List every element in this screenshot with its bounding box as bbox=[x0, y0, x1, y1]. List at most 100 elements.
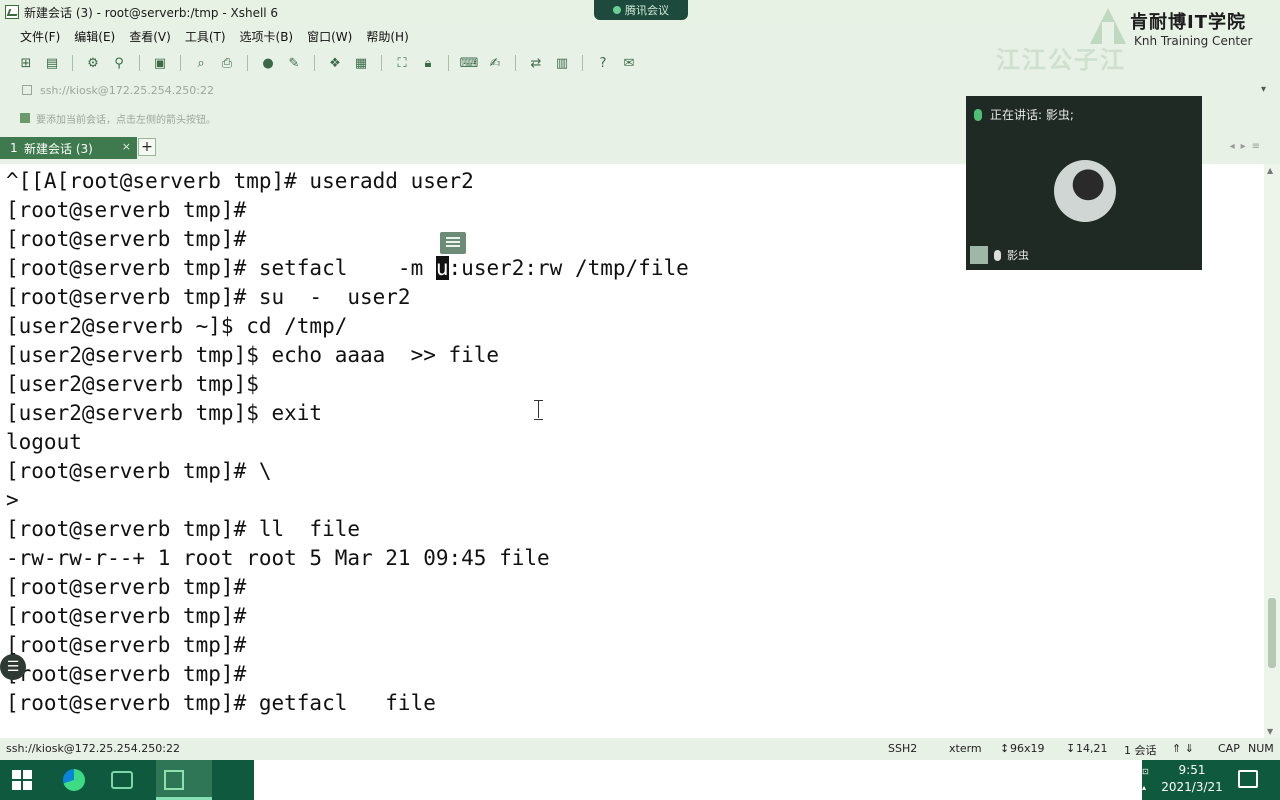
terminal-line: [root@serverb tmp]# bbox=[6, 633, 247, 657]
meeting-status-icon bbox=[613, 6, 621, 14]
terminal-line: [root@serverb tmp]# bbox=[6, 662, 247, 686]
clock-time: 9:51 bbox=[1178, 763, 1206, 777]
meeting-video-panel[interactable]: 正在讲话: 影虫; 影虫 bbox=[966, 96, 1202, 270]
terminal-line: -rw-rw-r--+ 1 root root 5 Mar 21 09:45 f… bbox=[6, 546, 550, 570]
network-app-icon[interactable] bbox=[108, 766, 136, 794]
layout-icon[interactable]: ▥ bbox=[552, 54, 572, 72]
hint-arrow-icon[interactable] bbox=[20, 113, 30, 123]
scroll-down-icon[interactable]: ▼ bbox=[1267, 727, 1273, 736]
edge-browser-icon[interactable] bbox=[60, 766, 88, 794]
tab-label: 新建会话 (3) bbox=[24, 141, 93, 156]
help-icon[interactable]: ? bbox=[593, 54, 613, 72]
terminal-line: [user2@serverb tmp]$ echo aaaa >> file bbox=[6, 343, 500, 367]
notification-icon[interactable] bbox=[1238, 770, 1258, 788]
speaker-mic-icon bbox=[974, 108, 982, 121]
print-icon[interactable]: ⎙ bbox=[217, 54, 237, 72]
annotation-note-icon[interactable] bbox=[440, 232, 466, 254]
participant-mic-icon bbox=[994, 249, 1001, 261]
menu-list-icon[interactable]: ☰ bbox=[0, 654, 26, 680]
reconnect-icon[interactable]: ⚙ bbox=[83, 54, 103, 72]
disconnect-icon[interactable]: ⚲ bbox=[109, 54, 129, 72]
menu-window[interactable]: 窗口(W) bbox=[307, 28, 352, 45]
status-size: 96x19 bbox=[1010, 742, 1045, 755]
status-cursor-icon: ↧ bbox=[1066, 742, 1076, 755]
toolbar-separator bbox=[247, 55, 248, 71]
brand-name-en: Knh Training Center bbox=[1134, 34, 1253, 48]
address-dropdown-icon[interactable]: ▾ bbox=[1261, 84, 1266, 95]
toolbar: ⊞ ▤ ⚙ ⚲ ▣ ⌕ ⎙ ● ✎ ❖ ▦ ⛶ 🔒︎ ⌨ ✍ ⇄ ▥ ? ✉ bbox=[0, 50, 1280, 76]
terminal-line: [root@serverb tmp]# setfacl -m u:user2:r… bbox=[6, 254, 689, 283]
new-tab-button[interactable]: + bbox=[138, 138, 156, 156]
speaking-indicator: 正在讲话: 影虫; bbox=[974, 106, 1074, 123]
taskbar-empty-area bbox=[254, 760, 1142, 800]
globe-icon[interactable]: ● bbox=[258, 54, 278, 72]
transfer-icon[interactable]: ⇄ bbox=[526, 54, 546, 72]
taskbar-clock[interactable]: 9:51 2021/3/21 bbox=[1152, 762, 1232, 798]
xshell-taskbar-icon[interactable] bbox=[160, 766, 188, 794]
windows-start-icon[interactable] bbox=[12, 770, 32, 790]
properties-icon[interactable]: ▣ bbox=[150, 54, 170, 72]
text-cursor-icon bbox=[534, 400, 543, 420]
terminal-line-text-after-cursor: :user2:rw /tmp/file bbox=[448, 256, 689, 280]
menu-file[interactable]: 文件(F) bbox=[20, 28, 60, 45]
open-icon[interactable]: ▤ bbox=[42, 54, 62, 72]
toolbar-separator bbox=[381, 55, 382, 71]
status-sessions: 1 会话 bbox=[1124, 744, 1157, 757]
chat-icon[interactable]: ✉ bbox=[619, 54, 639, 72]
scroll-up-icon[interactable]: ▲ bbox=[1267, 166, 1273, 175]
status-size-icon: ↕ bbox=[1000, 742, 1010, 755]
terminal-line: [user2@serverb tmp]$ exit bbox=[6, 401, 323, 425]
toolbar-separator bbox=[582, 55, 583, 71]
status-caps: CAP bbox=[1218, 742, 1240, 755]
terminal-line: [root@serverb tmp]# bbox=[6, 227, 247, 251]
sftp-icon[interactable]: ▦ bbox=[351, 54, 371, 72]
tab-session-3[interactable]: 1 新建会话 (3) × bbox=[0, 137, 137, 159]
status-arrows-icon[interactable]: ⇑ ⇓ bbox=[1172, 742, 1194, 755]
keyboard-icon[interactable]: ⌨ bbox=[459, 54, 479, 72]
color-icon[interactable]: ✎ bbox=[284, 54, 304, 72]
terminal-line-text: [root@serverb tmp]# setfacl -m bbox=[6, 256, 436, 280]
status-num: NUM bbox=[1248, 742, 1274, 755]
terminal-line: [root@serverb tmp]# \ bbox=[6, 459, 272, 483]
toolbar-separator bbox=[314, 55, 315, 71]
menu-tabs[interactable]: 选项卡(B) bbox=[240, 28, 294, 45]
xshell-app-icon bbox=[5, 5, 19, 19]
status-terminal-type: xterm bbox=[949, 742, 982, 755]
fullscreen-icon[interactable]: ⛶ bbox=[392, 54, 412, 72]
hint-text: 要添加当前会话，点击左侧的箭头按钮。 bbox=[36, 114, 216, 126]
participant-footer: 影虫 bbox=[966, 240, 1202, 270]
status-connection: ssh://kiosk@172.25.254.250:22 bbox=[6, 742, 180, 755]
address-input[interactable]: ssh://kiosk@172.25.254.250:22 bbox=[40, 84, 214, 97]
tab-nav-arrows-icon[interactable]: ◂▸≡ bbox=[1230, 141, 1266, 152]
scrollbar-thumb[interactable] bbox=[1268, 598, 1276, 668]
lock-icon[interactable]: 🔒︎ bbox=[418, 54, 438, 72]
terminal-line: [user2@serverb tmp]$ bbox=[6, 372, 259, 396]
menu-view[interactable]: 查看(V) bbox=[129, 28, 171, 45]
new-session-icon[interactable]: ⊞ bbox=[16, 54, 36, 72]
terminal-line: [root@serverb tmp]# getfacl file bbox=[6, 691, 436, 715]
terminal-line: [root@serverb tmp]# su - user2 bbox=[6, 285, 411, 309]
menu-tools[interactable]: 工具(T) bbox=[185, 28, 226, 45]
refresh-icon[interactable]: ❖ bbox=[325, 54, 345, 72]
toolbar-separator bbox=[515, 55, 516, 71]
find-icon[interactable]: ⌕ bbox=[191, 54, 211, 72]
toolbar-separator bbox=[448, 55, 449, 71]
terminal-scrollbar[interactable]: ▲ ▼ bbox=[1264, 164, 1280, 738]
terminal-cursor: u bbox=[435, 256, 449, 280]
toolbar-separator bbox=[139, 55, 140, 71]
terminal-line: [root@serverb tmp]# ll file bbox=[6, 517, 361, 541]
window-title: 新建会话 (3) - root@serverb:/tmp - Xshell 6 bbox=[24, 5, 279, 20]
participant-avatar bbox=[1054, 160, 1116, 222]
meeting-indicator[interactable]: 腾讯会议 bbox=[594, 0, 688, 20]
status-cursor-pos: 14,21 bbox=[1076, 742, 1108, 755]
menu-edit[interactable]: 编辑(E) bbox=[74, 28, 115, 45]
menu-help[interactable]: 帮助(H) bbox=[366, 28, 408, 45]
tab-close-icon[interactable]: × bbox=[122, 140, 131, 153]
menu-bar: 文件(F) 编辑(E) 查看(V) 工具(T) 选项卡(B) 窗口(W) 帮助(… bbox=[0, 24, 1080, 48]
compose-icon[interactable]: ✍ bbox=[485, 54, 505, 72]
taskbar: ⊡ ▴ 9:51 2021/3/21 bbox=[0, 760, 1280, 800]
terminal-line: [user2@serverb ~]$ cd /tmp/ bbox=[6, 314, 348, 338]
status-protocol: SSH2 bbox=[888, 742, 918, 755]
tray-icons[interactable]: ⊡ ▴ bbox=[1142, 764, 1152, 796]
terminal-line: logout bbox=[6, 430, 82, 454]
